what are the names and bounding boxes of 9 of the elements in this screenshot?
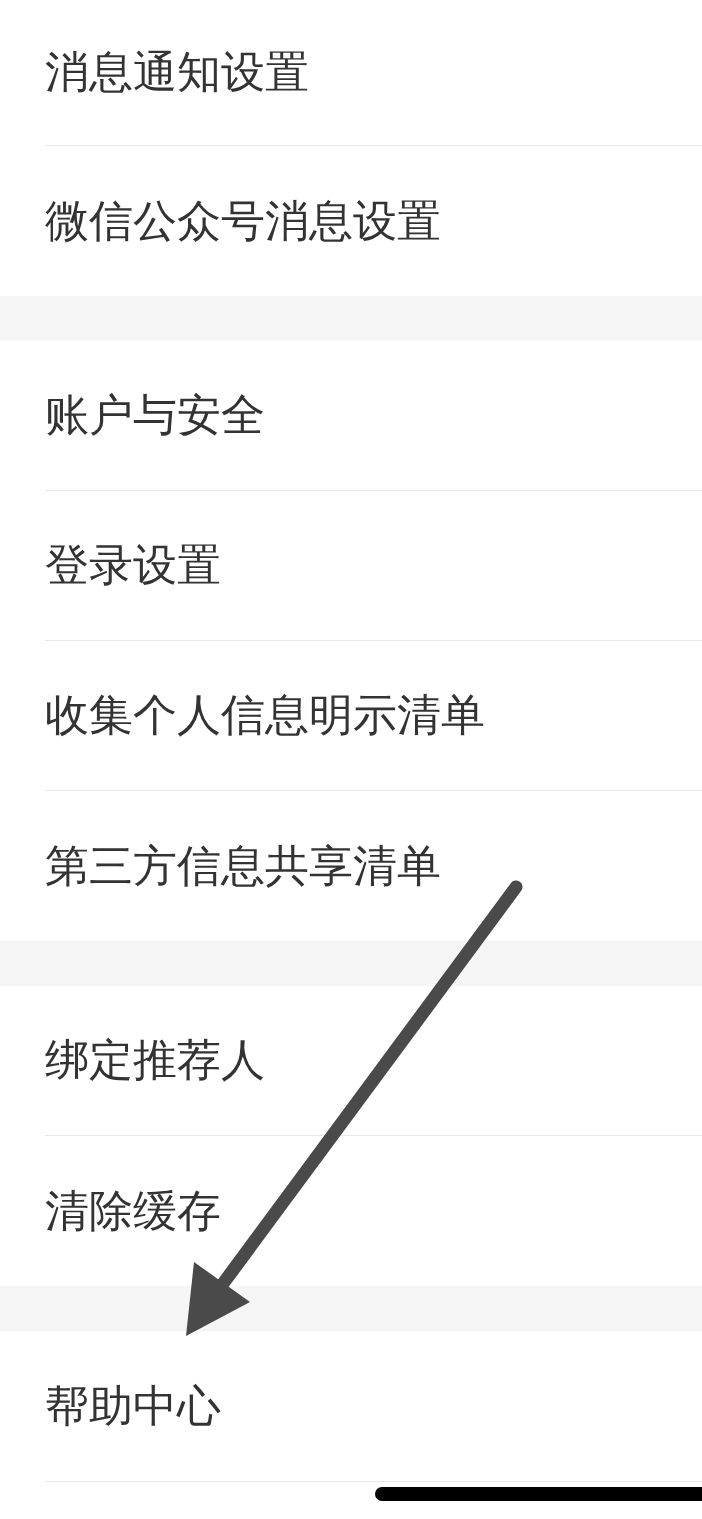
settings-item[interactable]: 绑定推荐人 [45,1034,265,1087]
settings-item[interactable]: 第三方信息共享清单 [45,839,441,893]
settings-item[interactable]: 帮助中心 [45,1379,221,1433]
settings-item[interactable]: 登录设置 [45,539,221,592]
settings-item[interactable]: 账户与安全 [45,389,265,442]
settings-item[interactable]: 消息通知设置 [45,46,309,99]
settings-item[interactable]: 收集个人信息明示清单 [45,689,485,742]
settings-item[interactable]: 清除缓存 [45,1184,221,1238]
settings-item[interactable]: 微信公众号消息设置 [45,194,441,248]
